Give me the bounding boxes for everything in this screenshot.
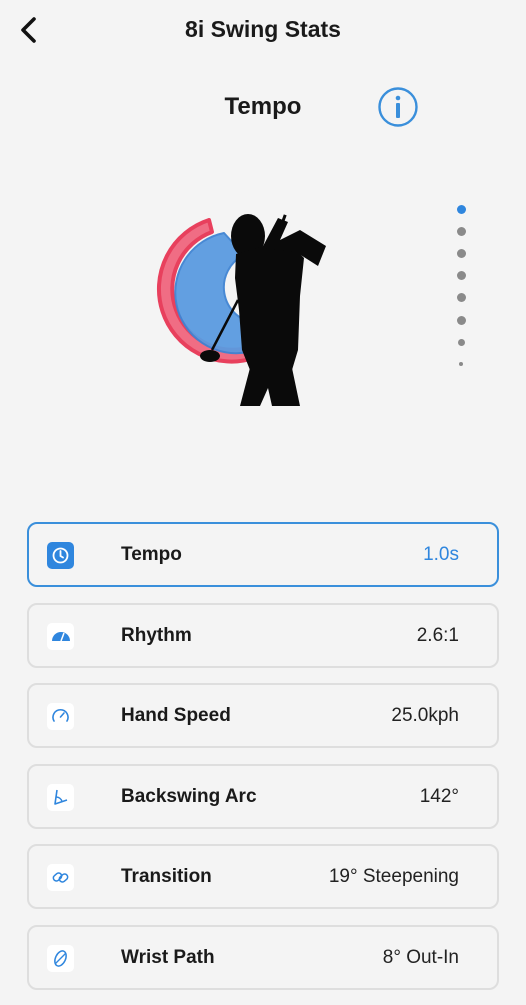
- stat-label: Transition: [121, 866, 212, 887]
- stat-card-backswing-arc[interactable]: Backswing Arc 142°: [27, 763, 499, 829]
- stat-label: Rhythm: [121, 624, 192, 646]
- pager-dot[interactable]: [457, 271, 466, 280]
- clock-icon: [47, 542, 74, 569]
- pager-dot[interactable]: [457, 227, 466, 236]
- header-bar: 8i Swing Stats: [0, 0, 526, 62]
- pager-dots[interactable]: [452, 200, 472, 375]
- stat-card-wrist-path[interactable]: Wrist Path 8° Out-In: [27, 924, 499, 990]
- stat-card-transition[interactable]: Transition 19° Steepening: [27, 844, 499, 909]
- pager-dot[interactable]: [457, 316, 466, 325]
- stat-value: 1.0s: [423, 544, 459, 565]
- page-title: 8i Swing Stats: [185, 16, 341, 42]
- stats-list: Tempo 1.0s Rhythm 2.6:1 Hand Speed 25.0k…: [27, 522, 499, 1005]
- gauge-half-icon: [47, 622, 74, 650]
- stat-value: 2.6:1: [416, 624, 459, 646]
- pager-dot[interactable]: [457, 293, 466, 302]
- stat-value: 19° Steepening: [328, 866, 459, 887]
- pager-dot[interactable]: [459, 362, 463, 366]
- wrist-path-icon: [47, 944, 74, 972]
- stat-label: Wrist Path: [121, 946, 215, 968]
- stat-card-rhythm[interactable]: Rhythm 2.6:1: [27, 602, 499, 668]
- pager-dot[interactable]: [457, 249, 466, 258]
- section-title: Tempo: [224, 93, 302, 120]
- stat-card-hand-speed[interactable]: Hand Speed 25.0kph: [27, 683, 499, 748]
- info-button[interactable]: [377, 86, 419, 128]
- stat-card-tempo[interactable]: Tempo 1.0s: [27, 522, 499, 587]
- stat-value: 8° Out-In: [382, 946, 459, 968]
- stat-value: 142°: [419, 785, 459, 807]
- pager-dot[interactable]: [458, 339, 465, 346]
- stat-label: Hand Speed: [121, 705, 231, 726]
- stat-label: Backswing Arc: [121, 785, 257, 807]
- transition-loop-icon: [47, 864, 74, 891]
- arc-angle-icon: [47, 783, 74, 811]
- stat-label: Tempo: [121, 544, 182, 565]
- speedometer-icon: [47, 703, 74, 730]
- pager-dot[interactable]: [457, 205, 466, 214]
- stat-value: 25.0kph: [391, 705, 459, 726]
- swing-illustration: [140, 200, 340, 410]
- info-circle-icon: [378, 87, 418, 127]
